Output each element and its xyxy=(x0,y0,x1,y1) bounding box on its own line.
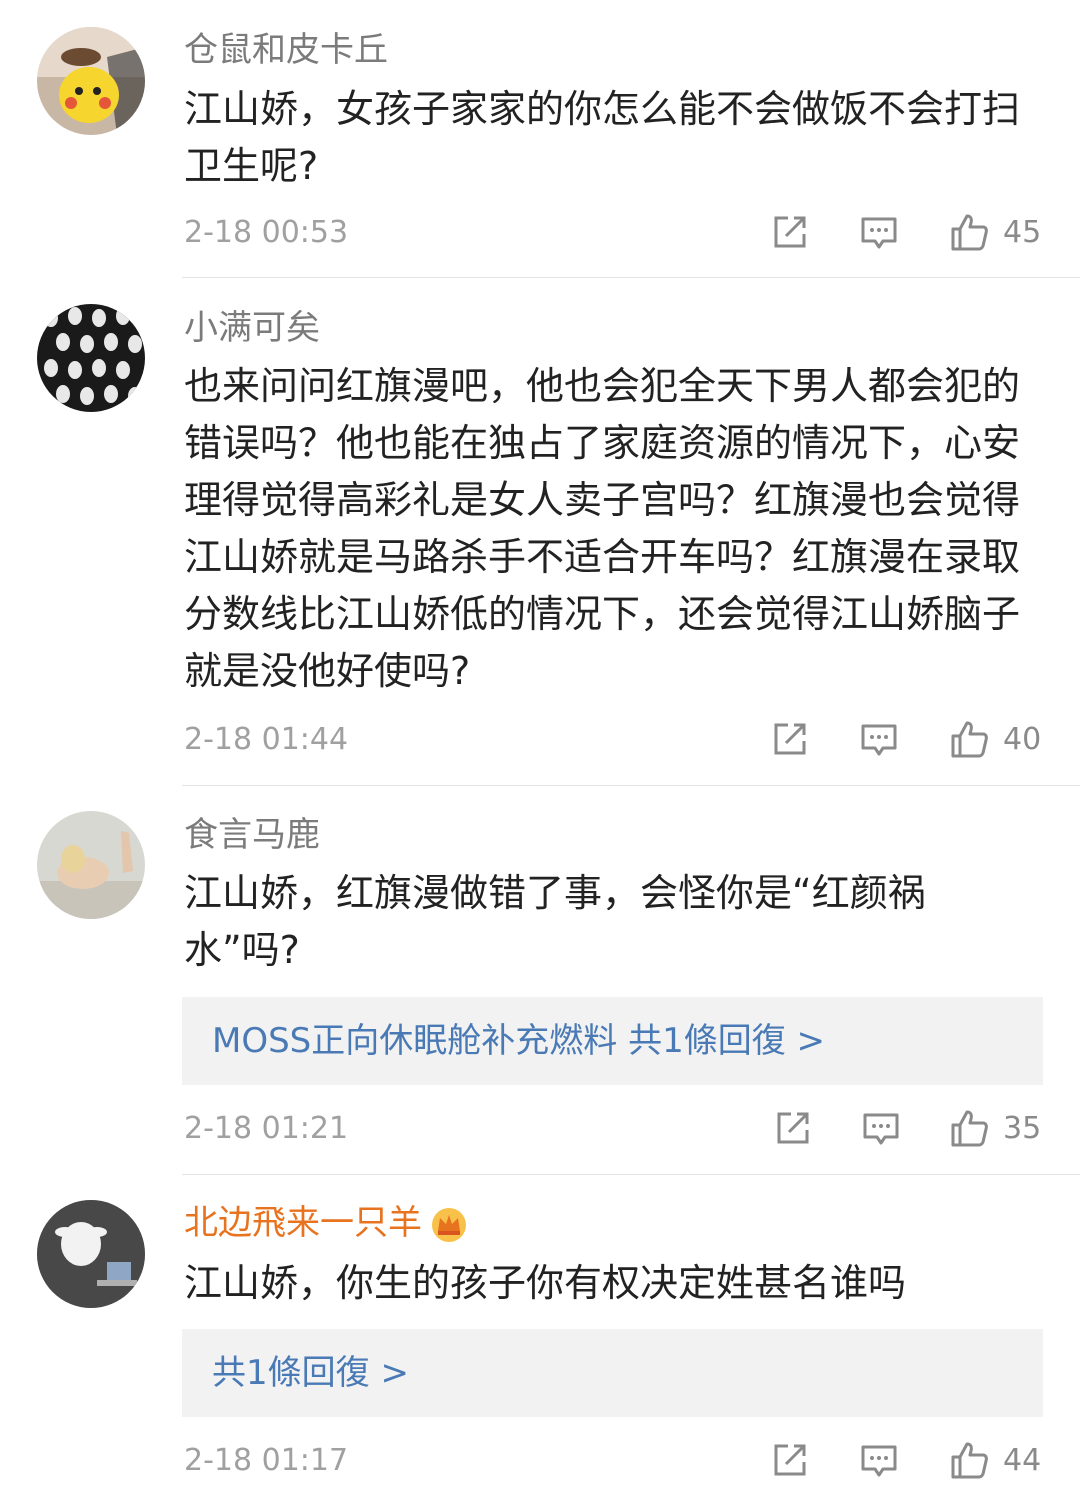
comment-line: 江山娇，你生的孩子你有权决定姓甚名谁吗 xyxy=(184,1261,907,1305)
avatar[interactable] xyxy=(37,811,145,919)
timestamp: 2-18 01:17 xyxy=(184,1443,349,1478)
comment-meta: 2-18 00:53 45 xyxy=(0,208,1080,258)
reply-link[interactable]: 共1條回復 > xyxy=(212,1329,409,1417)
username[interactable]: 北边飛来一只羊 xyxy=(184,1203,422,1243)
comment-line: 就是没他好使吗? xyxy=(184,649,471,693)
username[interactable]: 仓鼠和皮卡丘 xyxy=(184,28,388,72)
comment-text: 江山娇，女孩子家家的你怎么能不会做饭不会打扫 卫生呢? xyxy=(184,81,1050,195)
avatar[interactable] xyxy=(37,1200,145,1308)
timestamp: 2-18 01:44 xyxy=(184,722,349,757)
comment-meta: 2-18 01:17 44 xyxy=(0,1436,1080,1486)
like-count: 45 xyxy=(1003,215,1042,250)
comment-text: 江山娇，红旗漫做错了事，会怪你是“红颜祸 水”吗? xyxy=(184,865,1050,979)
thumbs-up-icon[interactable] xyxy=(949,1108,989,1148)
like-count: 40 xyxy=(1003,722,1042,757)
comment-line: 江山娇，红旗漫做错了事，会怪你是“红颜祸 xyxy=(184,871,926,915)
share-icon[interactable] xyxy=(770,719,810,759)
username[interactable]: 食言马鹿 xyxy=(184,813,320,857)
comment-item: 小满可矣 也来问问红旗漫吧，他也会犯全天下男人都会犯的 错误吗？他也能在独占了家… xyxy=(0,278,1080,786)
comment-line: 江山娇，女孩子家家的你怎么能不会做饭不会打扫 xyxy=(184,87,1021,131)
comment-line: 卫生呢? xyxy=(184,144,319,188)
comment-meta: 2-18 01:44 40 xyxy=(0,715,1080,765)
comment-icon[interactable] xyxy=(859,719,899,759)
timestamp: 2-18 01:21 xyxy=(184,1111,349,1146)
reply-preview[interactable]: 共1條回復 > xyxy=(182,1329,1043,1417)
comment-text: 江山娇，你生的孩子你有权决定姓甚名谁吗 xyxy=(184,1255,1050,1312)
thumbs-up-icon[interactable] xyxy=(949,1440,989,1480)
comment-line: 错误吗？他也能在独占了家庭资源的情况下，心安 xyxy=(184,421,1021,465)
comment-icon[interactable] xyxy=(859,1440,899,1480)
comment-text: 也来问问红旗漫吧，他也会犯全天下男人都会犯的 错误吗？他也能在独占了家庭资源的情… xyxy=(184,358,1050,700)
comment-item: 食言马鹿 江山娇，红旗漫做错了事，会怪你是“红颜祸 水”吗? MOSS正向休眠舱… xyxy=(0,786,1080,1175)
reply-link[interactable]: MOSS正向休眠舱补充燃料 共1條回復 > xyxy=(212,997,825,1085)
comment-line: 江山娇就是马路杀手不适合开车吗？红旗漫在录取 xyxy=(184,535,1021,579)
comment-meta: 2-18 01:21 35 xyxy=(0,1104,1080,1154)
thumbs-up-icon[interactable] xyxy=(949,719,989,759)
username-vip[interactable]: 北边飛来一只羊 xyxy=(184,1201,468,1245)
share-icon[interactable] xyxy=(770,212,810,252)
comment-icon[interactable] xyxy=(859,212,899,252)
like-count: 44 xyxy=(1003,1443,1042,1478)
comment-line: 也来问问红旗漫吧，他也会犯全天下男人都会犯的 xyxy=(184,364,1021,408)
comment-line: 理得觉得高彩礼是女人卖子宫吗？红旗漫也会觉得 xyxy=(184,478,1021,522)
comment-icon[interactable] xyxy=(861,1108,901,1148)
timestamp: 2-18 00:53 xyxy=(184,215,349,250)
avatar[interactable] xyxy=(37,304,145,412)
share-icon[interactable] xyxy=(773,1108,813,1148)
thumbs-up-icon[interactable] xyxy=(949,212,989,252)
like-count: 35 xyxy=(1003,1111,1042,1146)
comment-item: 北边飛来一只羊 江山娇，你生的孩子你有权决定姓甚名谁吗 共1條回復 > 2-18… xyxy=(0,1175,1080,1479)
username[interactable]: 小满可矣 xyxy=(184,306,320,350)
avatar[interactable] xyxy=(37,27,145,135)
crown-badge-icon xyxy=(430,1206,468,1244)
reply-preview[interactable]: MOSS正向休眠舱补充燃料 共1條回復 > xyxy=(182,997,1043,1085)
comment-line: 分数线比江山娇低的情况下，还会觉得江山娇脑子 xyxy=(184,592,1021,636)
share-icon[interactable] xyxy=(770,1440,810,1480)
comment-item: 仓鼠和皮卡丘 江山娇，女孩子家家的你怎么能不会做饭不会打扫 卫生呢? 2-18 … xyxy=(0,0,1080,278)
comment-line: 水”吗? xyxy=(184,928,300,972)
